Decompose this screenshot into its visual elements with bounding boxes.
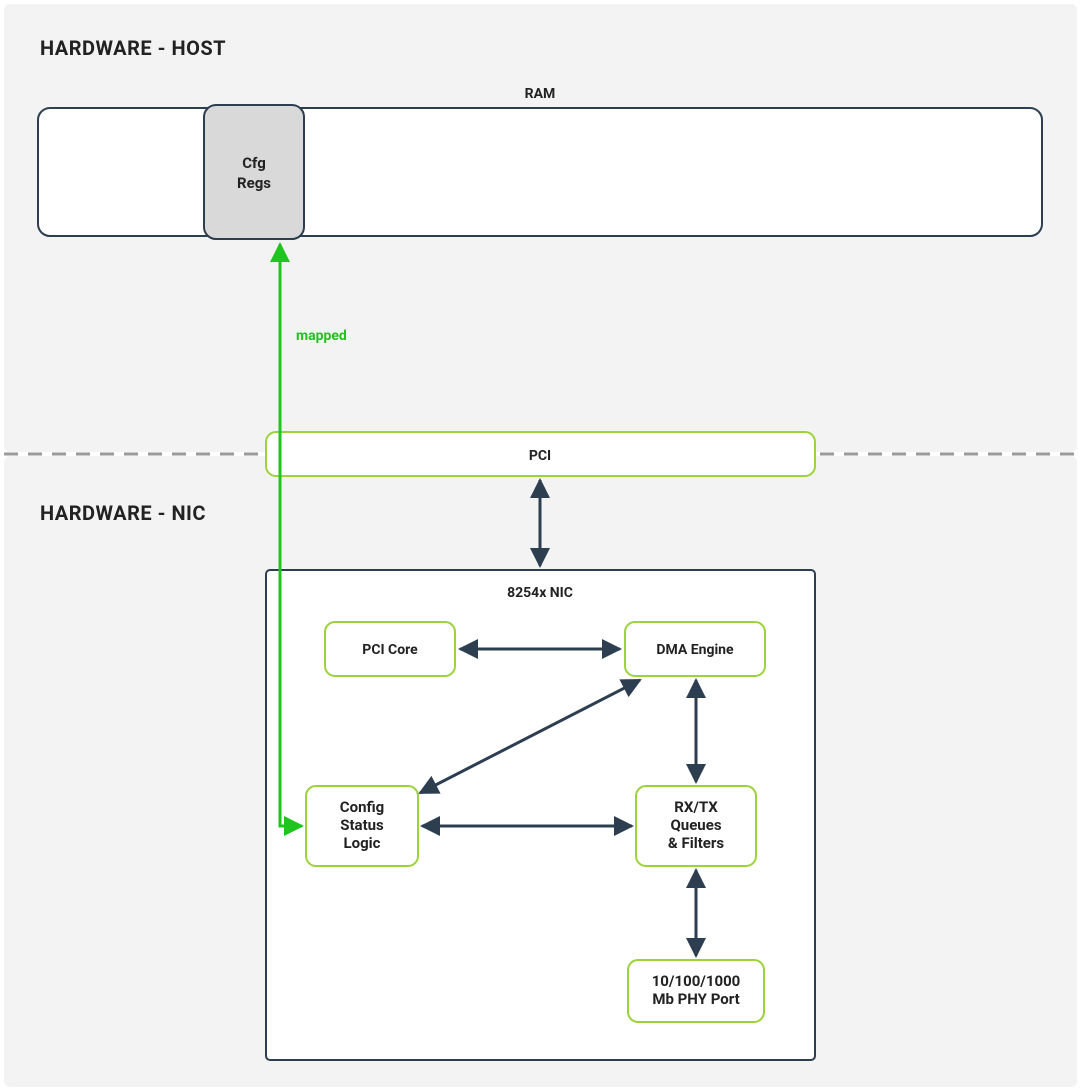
csl-line2: Status <box>340 816 384 834</box>
cfgregs-line2: Regs <box>237 174 271 192</box>
ram-box <box>38 108 1042 236</box>
nic-title: 8254x NIC <box>507 585 573 601</box>
pci-label: PCI <box>529 448 551 464</box>
section-title-nic: HARDWARE - NIC <box>40 501 206 525</box>
csl-line1: Config <box>340 798 384 816</box>
section-title-host: HARDWARE - HOST <box>40 36 226 60</box>
diagram-canvas: HARDWARE - HOST HARDWARE - NIC RAM Cfg R… <box>0 0 1081 1091</box>
phy-line1: 10/100/1000 <box>652 972 741 990</box>
pci-core-label: PCI Core <box>362 642 418 658</box>
rx-line1: RX/TX <box>674 798 718 816</box>
mapped-label: mapped <box>296 328 347 344</box>
dma-label: DMA Engine <box>656 642 734 658</box>
rx-line2: Queues <box>670 816 721 834</box>
csl-line3: Logic <box>344 834 381 852</box>
rx-line3: & Filters <box>668 834 724 852</box>
cfgregs-box <box>204 105 304 239</box>
ram-label: RAM <box>525 86 556 102</box>
cfgregs-line1: Cfg <box>242 154 266 172</box>
phy-line2: Mb PHY Port <box>652 990 739 1008</box>
